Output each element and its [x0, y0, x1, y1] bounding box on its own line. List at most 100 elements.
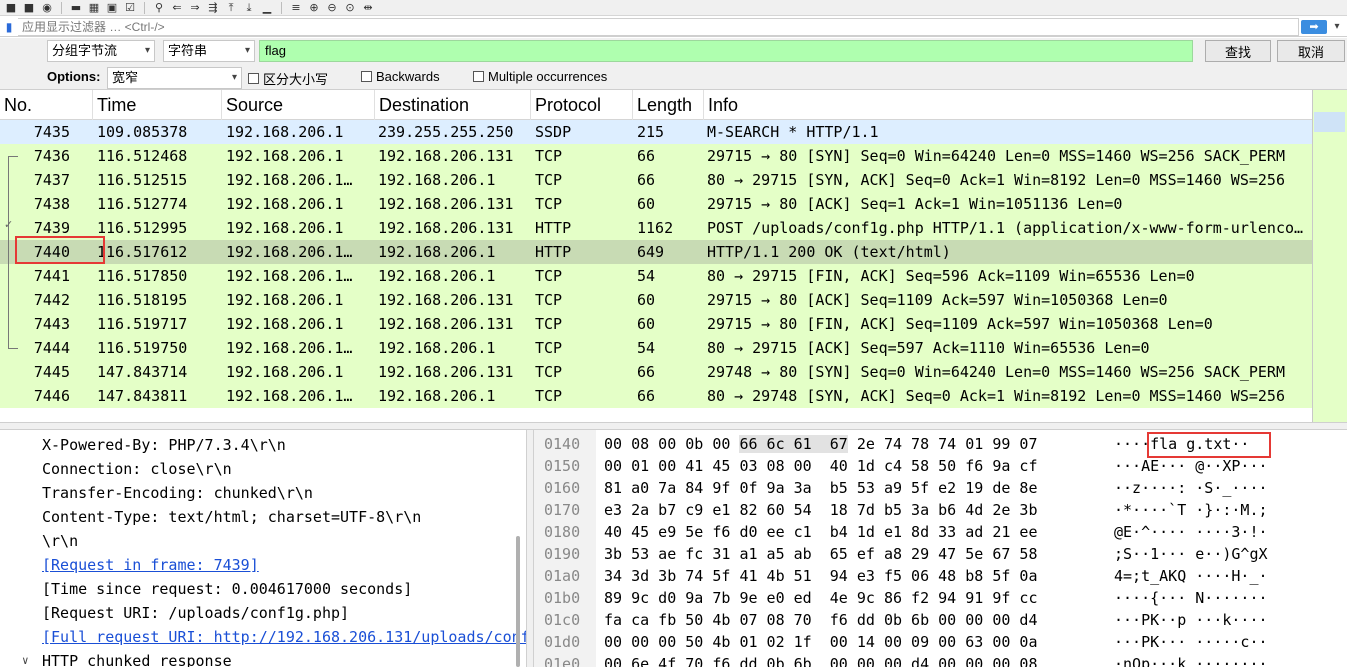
conversation-bracket-tick	[8, 348, 18, 349]
ascii-bytes: ····{··· N·······	[1114, 589, 1268, 607]
checkbox-box[interactable]	[473, 71, 484, 82]
file-icon[interactable]: ▦	[87, 1, 101, 14]
column-header-info[interactable]: Info	[704, 90, 1312, 120]
cancel-button[interactable]: 取消	[1277, 40, 1345, 62]
checkbox-box[interactable]	[248, 73, 259, 84]
checkbox-box[interactable]	[361, 71, 372, 82]
stop-icon[interactable]: ■	[4, 1, 18, 14]
search-type-select[interactable]: 字符串 ▾	[163, 40, 255, 62]
packet-row[interactable]: 7439 116.512995 192.168.206.1 192.168.206.1…	[0, 216, 1312, 240]
detail-line: Connection: close\r\n	[42, 460, 232, 478]
search-string-input[interactable]: flag	[259, 40, 1193, 62]
packet-details-pane[interactable]: X-Powered-By: PHP/7.3.4\r\n Connection: c…	[0, 430, 526, 667]
packet-row[interactable]: 7436 116.512468 192.168.206.1 192.168.206.1…	[0, 144, 1312, 168]
packet-list[interactable]: No. Time Source Destination Protocol Len…	[0, 90, 1312, 422]
bookmark-icon[interactable]: ▮	[0, 18, 18, 36]
packet-cell-len: 60	[637, 315, 656, 333]
packet-cell-dst: 192.168.206.1	[378, 243, 496, 261]
find-button[interactable]: 查找	[1205, 40, 1271, 62]
zoom-out-icon[interactable]: ⊖	[325, 1, 339, 14]
forward-icon[interactable]: ⇒	[188, 1, 202, 14]
bytes-row[interactable]: 0160 81 a0 7a 84 9f 0f 9a 3a b5 53 a9 5f …	[534, 477, 1347, 499]
details-vscrollbar[interactable]	[516, 536, 520, 667]
packet-row[interactable]: 7443 116.519717 192.168.206.1 192.168.206.1…	[0, 312, 1312, 336]
packet-cell-src: 192.168.206.1…	[226, 171, 353, 189]
apply-filter-arrow-icon[interactable]: ➡	[1301, 19, 1327, 34]
packet-minimap-scrollbar[interactable]	[1312, 90, 1347, 422]
packet-cell-time: 147.843714	[97, 363, 188, 381]
column-header-time[interactable]: Time	[93, 90, 222, 120]
colorize-icon[interactable]: ≡	[289, 1, 303, 14]
zoom-reset-icon[interactable]: ⊙	[343, 1, 357, 14]
bytes-row[interactable]: 01a0 34 3d 3b 74 5f 41 4b 51 94 e3 f5 06 …	[534, 565, 1347, 587]
display-filter-input[interactable]: 应用显示过滤器 … <Ctrl-/>	[18, 17, 1299, 36]
options-icon[interactable]: ◉	[40, 1, 54, 14]
vertical-pane-divider[interactable]	[526, 430, 534, 667]
byte-offset: 01c0	[544, 611, 581, 629]
bytes-row[interactable]: 01d0 00 00 00 50 4b 01 02 1f 00 14 00 09 …	[534, 631, 1347, 653]
goto-icon[interactable]: ⇶	[206, 1, 220, 14]
bytes-row[interactable]: 01b0 89 9c d0 9a 7b 9e e0 ed 4e 9c 86 f2 …	[534, 587, 1347, 609]
column-header-no[interactable]: No.	[0, 90, 93, 120]
close-file-icon[interactable]: ▣	[105, 1, 119, 14]
packet-cell-src: 192.168.206.1…	[226, 267, 353, 285]
packet-row[interactable]: 7435 109.085378 192.168.206.1 239.255.255.2…	[0, 120, 1312, 144]
bytes-row[interactable]: 0150 00 01 00 41 45 03 08 00 40 1d c4 58 …	[534, 455, 1347, 477]
bytes-row[interactable]: 01e0 00 6e 4f 70 f6 dd 0b 6b 00 00 00 d4 …	[534, 653, 1347, 667]
packet-row[interactable]: 7438 116.512774 192.168.206.1 192.168.206.1…	[0, 192, 1312, 216]
detail-line: Transfer-Encoding: chunked\r\n	[42, 484, 313, 502]
bytes-row[interactable]: 01c0 fa ca fb 50 4b 07 08 70 f6 dd 0b 6b …	[534, 609, 1347, 631]
packet-row[interactable]: 7437 116.512515 192.168.206.1… 192.168.206.…	[0, 168, 1312, 192]
restart-icon[interactable]: ■	[22, 1, 36, 14]
chevron-down-icon[interactable]: ∨	[22, 654, 29, 667]
main-toolbar: ■ ■ ◉ ▬ ▦ ▣ ☑ ⚲ ⇐ ⇒ ⇶ ⤒ ⤓ ▁ ≡ ⊕ ⊖ ⊙ ⇹	[0, 0, 1347, 16]
packet-bytes-pane[interactable]: 0140 00 08 00 0b 00 66 6c 61 67 2e 74 78 …	[534, 430, 1347, 667]
packet-row[interactable]: 7441 116.517850 192.168.206.1… 192.168.206.…	[0, 264, 1312, 288]
packet-cell-dst: 192.168.206.1	[378, 171, 496, 189]
multiple-occurrences-checkbox[interactable]: Multiple occurrences	[473, 69, 607, 84]
resize-columns-icon[interactable]: ⇹	[361, 1, 375, 14]
pane-splitter[interactable]	[0, 422, 1347, 430]
packet-row[interactable]: 7445 147.843714 192.168.206.1 192.168.206.1…	[0, 360, 1312, 384]
open-icon[interactable]: ▬	[69, 1, 83, 14]
find-icon[interactable]: ⚲	[152, 1, 166, 14]
reload-icon[interactable]: ☑	[123, 1, 137, 14]
detail-line: [Request URI: /uploads/conf1g.php]	[42, 604, 350, 622]
detail-line: \r\n	[42, 532, 79, 550]
packet-cell-dst: 192.168.206.1	[378, 267, 496, 285]
column-header-protocol[interactable]: Protocol	[531, 90, 633, 120]
ascii-bytes: ···PK··p ···k····	[1114, 611, 1268, 629]
bytes-row[interactable]: 0170 e3 2a b7 c9 e1 82 60 54 18 7d b5 3a …	[534, 499, 1347, 521]
minimap-thumb[interactable]	[1314, 112, 1345, 132]
byte-offset: 0150	[544, 457, 581, 475]
zoom-in-icon[interactable]: ⊕	[307, 1, 321, 14]
chevron-down-icon: ▾	[244, 45, 250, 56]
conversation-bracket-tick	[8, 156, 18, 157]
column-header-destination[interactable]: Destination	[375, 90, 531, 120]
detail-link[interactable]: [Full request URI: http://192.168.206.13…	[42, 625, 526, 649]
packet-row[interactable]: 7444 116.519750 192.168.206.1… 192.168.206.…	[0, 336, 1312, 360]
case-sensitive-checkbox[interactable]: 区分大小写	[248, 69, 328, 88]
column-header-length[interactable]: Length	[633, 90, 704, 120]
character-width-select[interactable]: 宽窄 ▾	[107, 67, 242, 89]
search-in-select[interactable]: 分组字节流 ▾	[47, 40, 155, 62]
column-header-source[interactable]: Source	[222, 90, 375, 120]
chevron-down-icon: ▾	[231, 72, 237, 83]
bytes-row[interactable]: 0190 3b 53 ae fc 31 a1 a5 ab 65 ef a8 29 …	[534, 543, 1347, 565]
filter-history-dropdown-icon[interactable]: ▾	[1327, 18, 1347, 36]
packet-cell-time: 116.519717	[97, 315, 188, 333]
byte-offset: 01a0	[544, 567, 581, 585]
autoscroll-icon[interactable]: ▁	[260, 1, 274, 14]
packet-cell-proto: TCP	[535, 147, 563, 165]
last-icon[interactable]: ⤓	[242, 1, 256, 14]
first-icon[interactable]: ⤒	[224, 1, 238, 14]
backwards-checkbox[interactable]: Backwards	[361, 69, 440, 84]
bytes-row[interactable]: 0180 40 45 e9 5e f6 d0 ee c1 b4 1d e1 8d …	[534, 521, 1347, 543]
back-icon[interactable]: ⇐	[170, 1, 184, 14]
packet-row[interactable]: 7446 147.843811 192.168.206.1… 192.168.206.…	[0, 384, 1312, 408]
packet-row[interactable]: 7442 116.518195 192.168.206.1 192.168.206.1…	[0, 288, 1312, 312]
byte-offset: 01e0	[544, 655, 581, 667]
packet-row[interactable]: 7440 116.517612 192.168.206.1… 192.168.206.…	[0, 240, 1312, 264]
search-in-value: 分组字节流	[52, 43, 118, 58]
detail-link[interactable]: [Request in frame: 7439]	[42, 553, 259, 577]
